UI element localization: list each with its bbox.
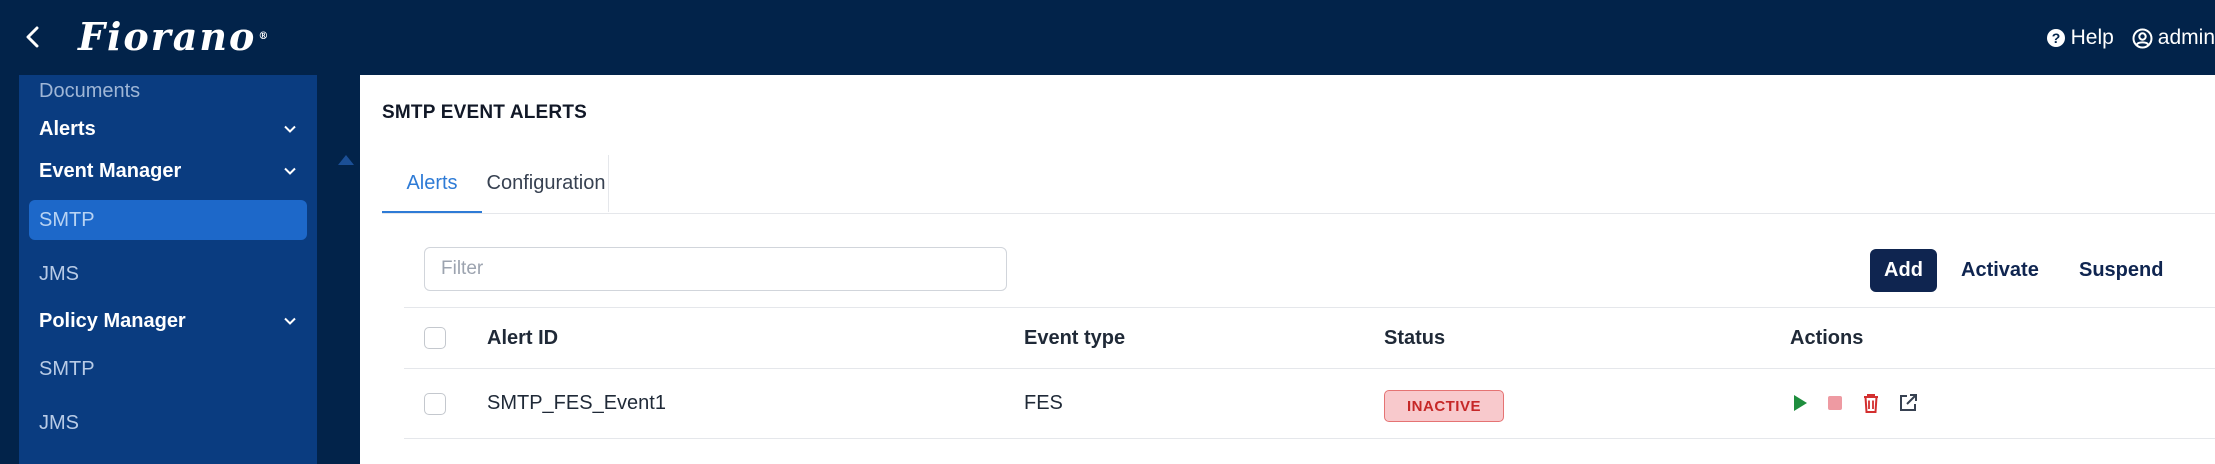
sidebar-item-alerts[interactable]: Alerts	[19, 109, 317, 149]
status-cell: INACTIVE	[1384, 368, 1504, 444]
trademark-mark: ®	[258, 30, 271, 42]
tab-bar: Alerts Configuration	[382, 155, 2215, 214]
tab-configuration[interactable]: Configuration	[484, 155, 608, 212]
sidebar-item-label: SMTP	[39, 208, 95, 231]
filter-input[interactable]	[424, 247, 1007, 291]
sidebar-item-label: Policy Manager	[39, 309, 186, 332]
svg-text:?: ?	[2051, 30, 2060, 46]
sidebar-item-label: Event Manager	[39, 159, 182, 182]
stop-icon[interactable]	[1822, 390, 1848, 416]
sidebar-item-label: SMTP	[39, 357, 95, 380]
alert-id-cell: SMTP_FES_Event1	[487, 391, 666, 414]
play-icon[interactable]	[1787, 390, 1813, 416]
main-content: SMTP EVENT ALERTS Alerts Configuration A…	[360, 75, 2215, 464]
column-header-actions: Actions	[1790, 326, 1864, 349]
column-header-status[interactable]: Status	[1384, 308, 1445, 368]
user-label: admin	[2157, 26, 2215, 49]
trash-icon[interactable]	[1858, 390, 1884, 416]
row-actions	[1787, 390, 1927, 416]
help-label: Help	[2070, 26, 2114, 49]
column-header-alert-id[interactable]: Alert ID	[487, 308, 558, 368]
help-icon: ?	[2046, 29, 2065, 47]
suspend-button[interactable]: Suspend	[2079, 249, 2163, 292]
sidebar-item-event-smtp[interactable]: SMTP	[29, 200, 307, 240]
table-row: SMTP_FES_Event1 FES INACTIVE	[404, 368, 2215, 439]
sidebar-menu: Documents Alerts Event Manager SMTP JMS …	[19, 75, 317, 464]
sidebar-item-label: Alerts	[39, 117, 96, 140]
sidebar-item-label: Documents	[39, 79, 141, 102]
sidebar-item-label: JMS	[39, 262, 79, 285]
back-arrow-icon[interactable]	[18, 22, 48, 52]
table-header-row: Alert ID Event type Status Actions	[404, 307, 2215, 369]
row-checkbox[interactable]	[424, 393, 446, 415]
top-bar: Fiorano ® ? Help admin	[0, 0, 2215, 75]
sidebar-item-event-manager[interactable]: Event Manager	[19, 151, 317, 191]
sidebar-item-documents[interactable]: Documents	[19, 75, 317, 107]
brand-logo[interactable]: Fiorano ®	[78, 13, 271, 59]
sidebar: Documents Alerts Event Manager SMTP JMS …	[0, 75, 360, 464]
chevron-down-icon	[284, 317, 296, 325]
event-type-cell: FES	[1024, 391, 1063, 414]
user-menu[interactable]: admin	[2132, 26, 2215, 50]
tab-divider	[608, 155, 609, 212]
activate-button[interactable]: Activate	[1961, 249, 2039, 292]
sidebar-item-label: JMS	[39, 411, 79, 434]
sidebar-scroll-up-arrow[interactable]	[338, 155, 354, 165]
page-title: SMTP EVENT ALERTS	[382, 102, 588, 123]
select-all-checkbox[interactable]	[424, 327, 446, 349]
column-header-event-type[interactable]: Event type	[1024, 308, 1125, 368]
tab-label: Configuration	[486, 172, 606, 194]
chevron-down-icon	[284, 125, 296, 133]
status-badge: INACTIVE	[1384, 390, 1504, 422]
external-link-icon[interactable]	[1895, 390, 1921, 416]
chevron-down-icon	[284, 167, 296, 175]
sidebar-item-event-jms[interactable]: JMS	[19, 254, 317, 294]
sidebar-item-policy-manager[interactable]: Policy Manager	[19, 301, 317, 341]
tab-alerts[interactable]: Alerts	[382, 155, 482, 213]
user-icon	[2132, 28, 2153, 48]
add-button[interactable]: Add	[1870, 249, 1937, 292]
tab-label: Alerts	[406, 171, 458, 194]
help-link[interactable]: ? Help	[2046, 26, 2114, 50]
logo-text: Fiorano	[78, 13, 257, 59]
sidebar-item-policy-smtp[interactable]: SMTP	[19, 349, 317, 389]
sidebar-item-policy-jms[interactable]: JMS	[19, 403, 317, 443]
